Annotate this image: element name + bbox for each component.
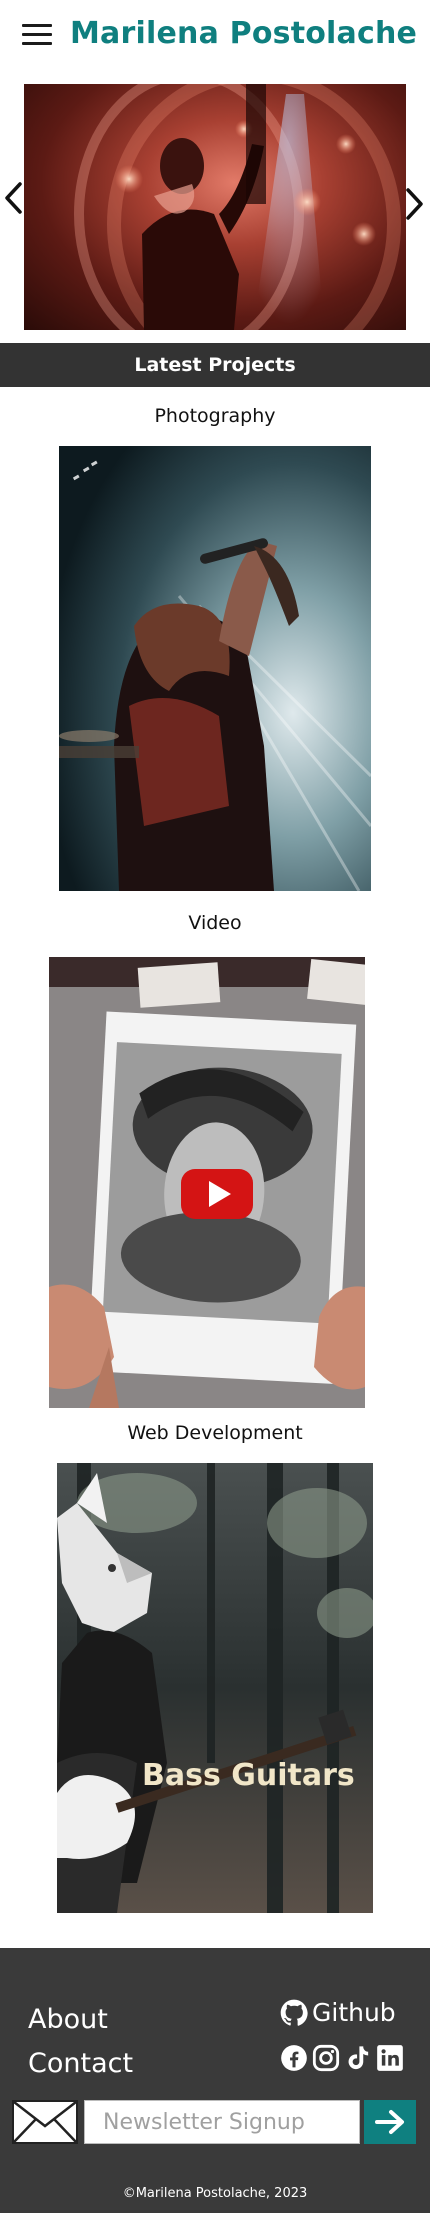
hero-carousel: [0, 84, 430, 330]
bass-guitars-image-text: Bass Guitars: [142, 1758, 355, 1793]
carousel-image[interactable]: [24, 84, 406, 330]
youtube-play-icon: [181, 1169, 253, 1219]
site-footer: About Contact Github Newsletter Signup ©…: [0, 1948, 430, 2213]
video-project-thumbnail[interactable]: [49, 957, 365, 1408]
chevron-right-icon[interactable]: [404, 186, 426, 222]
copyright-text: ©Marilena Postolache, 2023: [122, 2186, 308, 2201]
latest-projects-heading: Latest Projects: [134, 354, 296, 376]
newsletter-submit-button[interactable]: [364, 2100, 416, 2144]
project-title-photography: Photography: [154, 405, 276, 427]
web-development-project-image[interactable]: Bass Guitars: [57, 1463, 373, 1913]
arrow-right-icon: [375, 2110, 404, 2134]
newsletter-email-input[interactable]: [84, 2100, 360, 2144]
linkedin-icon[interactable]: [376, 2044, 404, 2072]
github-link[interactable]: Github: [280, 1998, 396, 2027]
site-header: Marilena Postolache: [0, 0, 430, 80]
footer-link-about[interactable]: About: [28, 2004, 108, 2035]
chevron-left-icon[interactable]: [2, 180, 24, 216]
tiktok-icon[interactable]: [344, 2044, 372, 2072]
github-icon: [280, 1999, 308, 2026]
newsletter-signup: [12, 2100, 416, 2144]
photography-project-image[interactable]: [59, 446, 371, 891]
latest-projects-heading-bar: Latest Projects: [0, 343, 430, 387]
footer-link-contact[interactable]: Contact: [28, 2048, 133, 2079]
social-links: [280, 2044, 404, 2072]
envelope-icon: [12, 2100, 78, 2144]
project-title-web-development: Web Development: [127, 1422, 303, 1444]
facebook-icon[interactable]: [280, 2044, 308, 2072]
instagram-icon[interactable]: [312, 2044, 340, 2072]
github-label: Github: [312, 1998, 396, 2027]
hamburger-menu-icon[interactable]: [22, 24, 52, 48]
project-title-video: Video: [188, 912, 242, 934]
site-title[interactable]: Marilena Postolache: [70, 16, 417, 51]
